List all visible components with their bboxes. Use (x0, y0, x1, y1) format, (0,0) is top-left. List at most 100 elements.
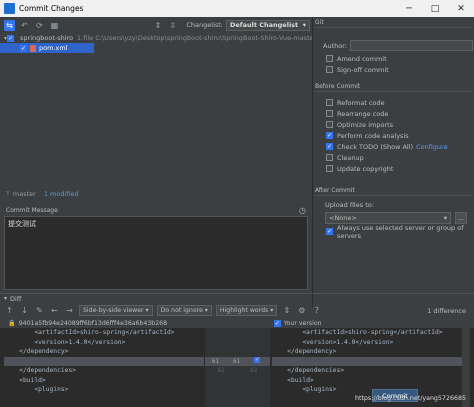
modified-count[interactable]: 1 modified (44, 190, 79, 198)
commit-message-input[interactable]: 提交测试 (4, 216, 308, 290)
changes-tree: ▾ ✓ springboot-shiro 1 file C:\Users\yzy… (0, 33, 316, 185)
watermark-text: https://blog.csdn.net/yang5726685 (355, 395, 466, 402)
upload-more-button[interactable]: ... (455, 212, 467, 224)
root-name: springboot-shiro (20, 34, 74, 42)
diff-toolbar: ↑ ↓ ✎ ← → Side-by-side viewer ▾ Do not i… (0, 304, 474, 317)
left-code-pane[interactable]: <artifactId>shiro-spring</artifactId> <v… (4, 328, 204, 407)
maximize-button[interactable]: □ (422, 0, 448, 17)
check-todo-checkbox[interactable]: ✓ (326, 143, 333, 150)
close-button[interactable]: ✕ (448, 0, 474, 17)
commit-message-title: Commit Message (6, 207, 58, 214)
code-line: </dependencies> (4, 367, 77, 374)
status-line: ᛘ master 1 modified (0, 188, 310, 200)
gutter-line (205, 385, 270, 395)
reformat-checkbox[interactable] (326, 99, 333, 106)
always-use-option[interactable]: ✓ Always use selected server or group of… (326, 223, 474, 240)
highlight-value: Highlight words (219, 307, 269, 314)
ignore-select[interactable]: Do not ignore ▾ (156, 305, 212, 316)
upload-select[interactable]: <None> ▾ (325, 212, 451, 224)
copyright-checkbox[interactable] (326, 165, 333, 172)
cleanup-checkbox[interactable] (326, 154, 333, 161)
optimize-imports-option[interactable]: Optimize imports (326, 119, 393, 130)
rollback-icon[interactable]: ↶ (19, 20, 30, 31)
rearrange-option[interactable]: Rearrange code (326, 108, 388, 119)
copyright-option[interactable]: Update copyright (326, 163, 393, 174)
gutter-line: 62 62 (205, 366, 270, 376)
root-checkbox[interactable]: ✓ (7, 34, 15, 42)
change-checkbox[interactable]: ✓ (254, 356, 261, 363)
before-commit-title: Before Commit (315, 83, 473, 92)
chevron-down-icon: ▾ (302, 21, 306, 29)
arrow-right-icon[interactable]: → (64, 305, 75, 316)
amend-checkbox[interactable] (326, 55, 333, 62)
amend-label: Amend commit (337, 54, 387, 63)
help-icon[interactable]: ? (311, 305, 322, 316)
title-bar: Commit Changes ─ □ ✕ (0, 0, 474, 17)
expand-all-icon[interactable]: ⇕ (152, 20, 163, 31)
always-use-label: Always use selected server or group of s… (337, 223, 464, 240)
tree-file-row[interactable]: ✓ pom.xml (0, 43, 94, 53)
minimize-button[interactable]: ─ (396, 0, 422, 17)
author-label: Author: (323, 41, 347, 50)
check-todo-option[interactable]: ✓ Check TODO (Show All) Configure (326, 141, 448, 152)
arrow-up-icon[interactable]: ↑ (4, 305, 15, 316)
code-line: <build> (4, 376, 46, 384)
code-analysis-checkbox[interactable]: ✓ (326, 132, 333, 139)
right-line-number: 61 (233, 357, 241, 365)
cleanup-label: Cleanup (337, 153, 364, 162)
lock-icon: 🔒 (8, 320, 16, 327)
code-line-changed (4, 356, 204, 366)
amend-option[interactable]: Amend commit (326, 53, 387, 64)
arrow-left-icon[interactable]: ← (49, 305, 60, 316)
signoff-option[interactable]: Sign-off commit (326, 64, 389, 75)
right-line-number: 62 (250, 367, 258, 374)
git-tab-title: Git (315, 19, 472, 28)
gutter-line-changed: 61 61 ✓ (205, 356, 270, 366)
highlight-select[interactable]: Highlight words ▾ (215, 305, 278, 316)
upload-value: <None> (329, 214, 357, 222)
always-use-checkbox[interactable]: ✓ (326, 228, 333, 235)
edit-icon[interactable]: ✎ (34, 305, 45, 316)
chevron-down-icon[interactable]: ▾ (4, 295, 7, 302)
reformat-option[interactable]: Reformat code (326, 97, 385, 108)
arrow-down-icon[interactable]: ↓ (19, 305, 30, 316)
code-analysis-option[interactable]: ✓ Perform code analysis (326, 130, 409, 141)
viewer-select[interactable]: Side-by-side viewer ▾ (79, 305, 153, 316)
commit-message-header: Commit Message ◷ (0, 205, 310, 216)
file-name: pom.xml (39, 44, 68, 52)
signoff-checkbox[interactable] (326, 66, 333, 73)
optimize-imports-checkbox[interactable] (326, 121, 333, 128)
check-todo-label: Check TODO (Show All) (337, 142, 414, 151)
xml-file-icon (30, 44, 36, 52)
diff-section-header[interactable]: ▾ Diff (0, 293, 474, 303)
rearrange-checkbox[interactable] (326, 110, 333, 117)
collapse-all-icon[interactable]: ⇳ (167, 20, 178, 31)
gutter-line (205, 347, 270, 357)
left-line-number: 62 (217, 367, 225, 374)
diff-icon[interactable]: ⇆ (4, 19, 15, 31)
author-row: Author: (323, 40, 473, 51)
refresh-icon[interactable]: ⟳ (34, 20, 45, 31)
window-title: Commit Changes (19, 4, 84, 13)
include-all-checkbox[interactable]: ✓ (273, 319, 281, 327)
changelist-select[interactable]: Default Changelist ▾ (226, 19, 310, 31)
file-checkbox[interactable]: ✓ (20, 44, 27, 52)
cleanup-option[interactable]: Cleanup (326, 152, 364, 163)
code-line: <version>1.4.0</version> (272, 338, 394, 346)
configure-link[interactable]: Configure (416, 143, 448, 151)
code-line: </dependencies> (272, 367, 345, 374)
code-line: </dependency> (272, 348, 337, 355)
root-info: 1 file C:\Users\yzy\Desktop\springboot-s… (77, 34, 317, 42)
group-by-icon[interactable]: ▦ (49, 20, 60, 31)
code-line: <plugins> (272, 386, 337, 393)
branch-icon: ᛘ (6, 190, 10, 198)
changelist-label: Changelist: (186, 21, 223, 29)
tree-root-row[interactable]: ▾ ✓ springboot-shiro 1 file C:\Users\yzy… (0, 33, 316, 43)
gutter-line (205, 328, 270, 338)
collapse-icon[interactable]: ⇕ (281, 305, 292, 316)
rearrange-label: Rearrange code (337, 109, 389, 118)
settings-icon[interactable]: ⚙ (296, 305, 307, 316)
history-icon[interactable]: ◷ (299, 206, 306, 215)
code-analysis-label: Perform code analysis (337, 131, 409, 140)
author-input[interactable] (349, 40, 473, 51)
